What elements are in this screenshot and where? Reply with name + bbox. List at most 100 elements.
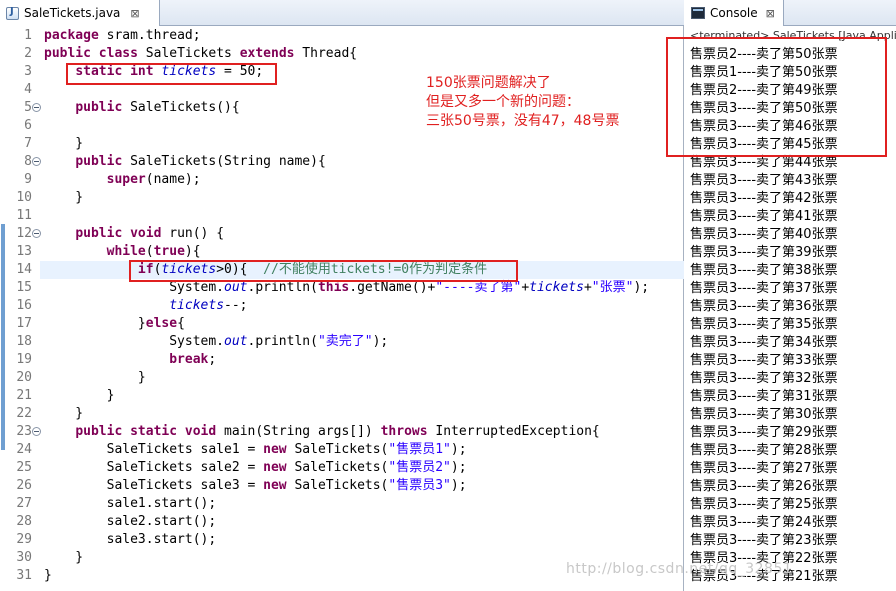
line-number: 29: [16, 532, 32, 547]
line-number: 8: [24, 154, 32, 169]
code-line[interactable]: }: [44, 567, 52, 585]
line-number: 24: [16, 442, 32, 457]
line-number: 11: [16, 208, 32, 223]
line-number: 19: [16, 352, 32, 367]
code-line[interactable]: System.out.println(this.getName()+"----卖…: [44, 279, 649, 297]
line-number: 5: [24, 100, 32, 115]
close-icon[interactable]: ⊠: [766, 7, 775, 20]
line-number: 15: [16, 280, 32, 295]
console-line: 售票员3----卖了第50张票: [690, 101, 838, 116]
console-tab-label: Console: [710, 6, 758, 20]
fold-toggle-icon[interactable]: [32, 229, 41, 238]
code-line[interactable]: sale2.start();: [44, 513, 217, 531]
line-number: 16: [16, 298, 32, 313]
code-line[interactable]: System.out.println("卖完了");: [44, 333, 388, 351]
console-line: 售票员3----卖了第35张票: [690, 317, 838, 332]
console-line: 售票员3----卖了第29张票: [690, 425, 838, 440]
console-line: 售票员3----卖了第30张票: [690, 407, 838, 422]
code-line[interactable]: while(true){: [44, 243, 201, 261]
line-number: 1: [24, 28, 32, 43]
console-tab-bar: Console ⊠: [686, 0, 896, 26]
console-line: 售票员3----卖了第42张票: [690, 191, 838, 206]
console-output[interactable]: 售票员2----卖了第50张票 售票员1----卖了第50张票 售票员2----卖了…: [690, 46, 890, 586]
watermark: http://blog.csdn.net/qq_32851: [566, 561, 793, 577]
close-icon[interactable]: ⊠: [130, 7, 139, 20]
console-line: 售票员3----卖了第44张票: [690, 155, 838, 170]
code-line[interactable]: if(tickets>0){ //不能使用tickets!=0作为判定条件: [40, 261, 684, 279]
line-number: 17: [16, 316, 32, 331]
code-line[interactable]: }: [44, 369, 146, 387]
console-line: 售票员3----卖了第41张票: [690, 209, 838, 224]
code-line[interactable]: SaleTickets sale2 = new SaleTickets("售票员…: [44, 459, 467, 477]
console-line: 售票员3----卖了第23张票: [690, 533, 838, 548]
console-line: 售票员3----卖了第31张票: [690, 389, 838, 404]
console-line: 售票员3----卖了第45张票: [690, 137, 838, 152]
code-line[interactable]: public SaleTickets(String name){: [44, 153, 325, 171]
code-line[interactable]: }else{: [44, 315, 185, 333]
console-line: 售票员1----卖了第50张票: [690, 65, 838, 80]
console-line: 售票员3----卖了第24张票: [690, 515, 838, 530]
fold-toggle-icon[interactable]: [32, 427, 41, 436]
code-line[interactable]: super(name);: [44, 171, 201, 189]
console-line: 售票员3----卖了第37张票: [690, 281, 838, 296]
line-number: 27: [16, 496, 32, 511]
code-line[interactable]: public static void main(String args[]) t…: [44, 423, 599, 441]
line-number: 18: [16, 334, 32, 349]
console-line: 售票员3----卖了第32张票: [690, 371, 838, 386]
line-number: 21: [16, 388, 32, 403]
line-number: 28: [16, 514, 32, 529]
line-number: 13: [16, 244, 32, 259]
console-icon: [691, 7, 705, 19]
code-line[interactable]: sale3.start();: [44, 531, 217, 549]
code-line[interactable]: static int tickets = 50;: [44, 63, 263, 81]
console-line: 售票员3----卖了第43张票: [690, 173, 838, 188]
code-line[interactable]: }: [44, 549, 83, 567]
fold-toggle-icon[interactable]: [32, 157, 41, 166]
code-line[interactable]: }: [44, 405, 83, 423]
console-line: 售票员3----卖了第27张票: [690, 461, 838, 476]
code-line[interactable]: SaleTickets sale3 = new SaleTickets("售票员…: [44, 477, 467, 495]
code-lines[interactable]: package sram.thread; public class SaleTic…: [40, 26, 684, 591]
console-line: 售票员3----卖了第39张票: [690, 245, 838, 260]
code-line[interactable]: public class SaleTickets extends Thread{: [44, 45, 357, 63]
line-number: 22: [16, 406, 32, 421]
console-line: 售票员3----卖了第34张票: [690, 335, 838, 350]
code-line[interactable]: }: [44, 189, 83, 207]
line-number: 3: [24, 64, 32, 79]
console-view[interactable]: Console ⊠ <terminated> SaleTickets [Java…: [666, 0, 896, 591]
fold-toggle-icon[interactable]: [32, 103, 41, 112]
code-line[interactable]: }: [44, 135, 83, 153]
line-number: 23: [16, 424, 32, 439]
console-line: 售票员3----卖了第46张票: [690, 119, 838, 134]
console-line: 售票员3----卖了第33张票: [690, 353, 838, 368]
line-number: 30: [16, 550, 32, 565]
console-line: 售票员3----卖了第36张票: [690, 299, 838, 314]
code-line[interactable]: }: [44, 387, 115, 405]
console-tab[interactable]: Console ⊠: [686, 0, 784, 26]
code-line[interactable]: tickets--;: [44, 297, 247, 315]
console-line: 售票员3----卖了第25张票: [690, 497, 838, 512]
editor-tab-bar: SaleTickets.java ⊠: [0, 0, 684, 26]
code-area[interactable]: 1 2 3 4 5 6 7 8 9 10 11 12 13 14 15 16 17 18 19 20 21 22 23 24 2…: [0, 26, 684, 591]
console-line: 售票员3----卖了第38张票: [690, 263, 838, 278]
code-line[interactable]: public void run() {: [44, 225, 224, 243]
code-editor[interactable]: SaleTickets.java ⊠ 123456789101112131415…: [0, 0, 684, 591]
code-line[interactable]: public SaleTickets(){: [44, 99, 239, 117]
line-number: 26: [16, 478, 32, 493]
console-line: 售票员3----卖了第40张票: [690, 227, 838, 242]
change-marker: [1, 224, 5, 450]
line-number: 7: [24, 136, 32, 151]
annotation-line-2: 但是又多一个新的问题：: [426, 94, 580, 110]
code-line[interactable]: package sram.thread;: [44, 27, 201, 45]
line-number: 20: [16, 370, 32, 385]
annotation-line-1: 150张票问题解决了: [426, 75, 551, 91]
java-file-icon: [6, 6, 19, 20]
code-line[interactable]: SaleTickets sale1 = new SaleTickets("售票员…: [44, 441, 467, 459]
code-line[interactable]: sale1.start();: [44, 495, 217, 513]
line-number: 10: [16, 190, 32, 205]
line-number: 25: [16, 460, 32, 475]
editor-tab-saletickets[interactable]: SaleTickets.java ⊠: [0, 0, 160, 26]
line-number: 4: [24, 82, 32, 97]
code-line[interactable]: break;: [44, 351, 216, 369]
console-line: 售票员2----卖了第50张票: [690, 47, 838, 62]
